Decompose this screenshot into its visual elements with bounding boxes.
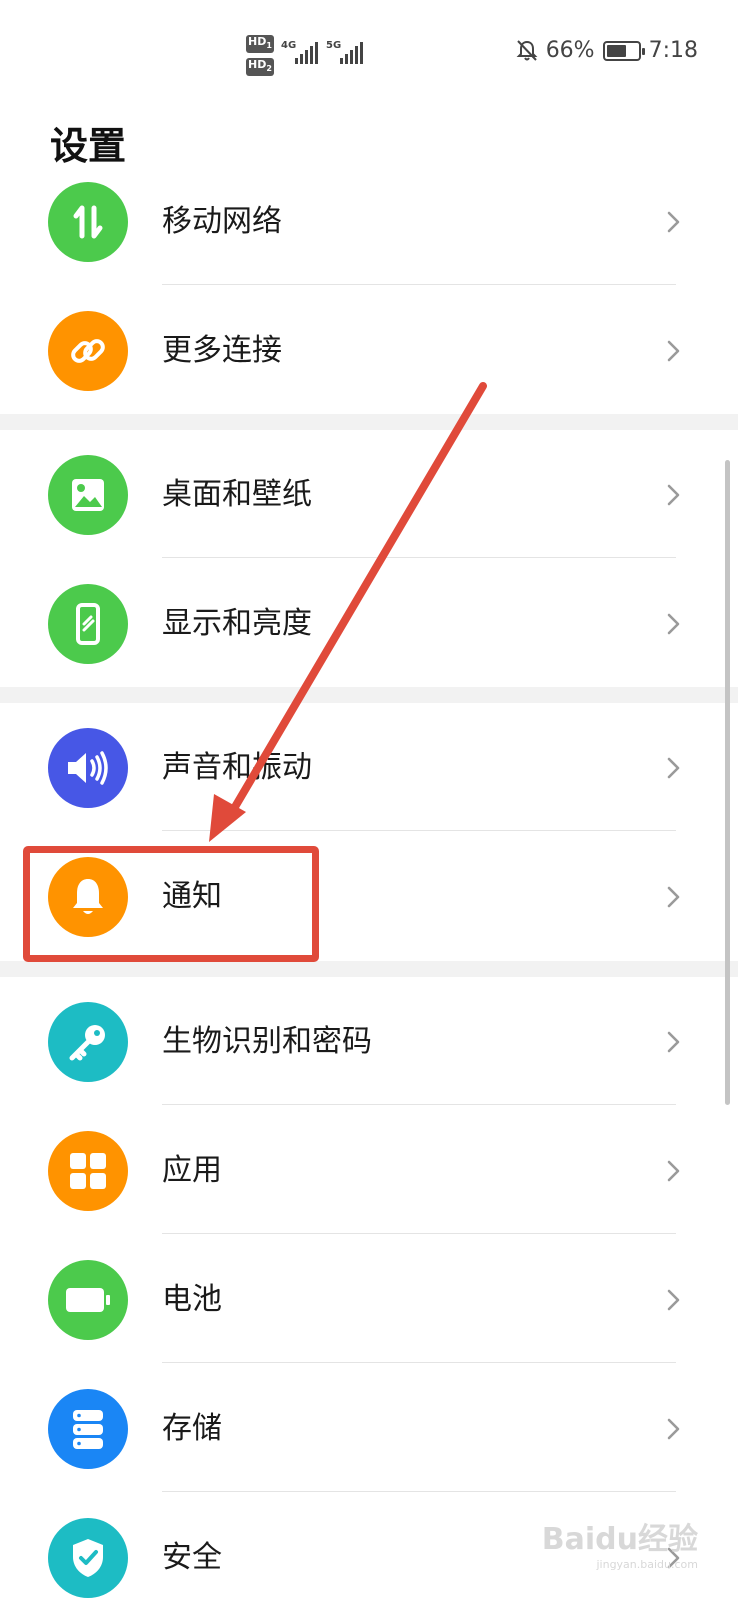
scrollbar[interactable]: [725, 460, 730, 1105]
settings-item-label: 显示和亮度: [162, 606, 312, 641]
chevron-right-icon: [660, 1158, 686, 1184]
settings-item-label: 存储: [162, 1411, 222, 1446]
settings-item-label: 安全: [162, 1540, 222, 1575]
status-right: 66% 7:18: [516, 38, 698, 63]
signal-bars-b-icon: [340, 40, 363, 64]
network-type-b: 5G: [326, 40, 342, 51]
settings-item-label: 电池: [162, 1282, 222, 1317]
settings-item-5[interactable]: 声音和振动: [0, 703, 738, 833]
key-icon: [48, 1002, 128, 1082]
settings-item-4[interactable]: 显示和亮度: [0, 559, 738, 689]
battery-icon: [48, 1260, 128, 1340]
row-divider: [162, 557, 676, 558]
chevron-right-icon: [660, 611, 686, 637]
settings-item-label: 移动网络: [162, 204, 282, 239]
speaker-icon: [48, 728, 128, 808]
settings-item-2[interactable]: 更多连接: [0, 286, 738, 416]
bell-off-icon: [516, 39, 538, 61]
section-gap: [0, 961, 738, 977]
row-divider: [162, 284, 676, 285]
chevron-right-icon: [660, 1287, 686, 1313]
battery-status-icon: [602, 40, 645, 61]
row-divider: [162, 1104, 676, 1105]
settings-item-8[interactable]: 应用: [0, 1106, 738, 1236]
network-type-a: 4G: [281, 40, 297, 51]
battery-fill: [606, 44, 627, 57]
settings-item-1[interactable]: 移动网络: [0, 157, 738, 287]
chevron-right-icon: [660, 209, 686, 235]
row-divider: [162, 1362, 676, 1363]
chevron-right-icon: [660, 338, 686, 364]
apps-grid-icon: [48, 1131, 128, 1211]
signal-bars-a-icon: [295, 40, 318, 64]
row-divider: [162, 1491, 676, 1492]
chevron-right-icon: [660, 482, 686, 508]
watermark-url: jingyan.baidu.com: [596, 1558, 698, 1571]
settings-item-label: 声音和振动: [162, 750, 312, 785]
settings-item-label: 生物识别和密码: [162, 1024, 372, 1059]
status-bar: HD1 HD2 4G 5G 66% 7:18: [0, 0, 738, 100]
row-divider: [162, 830, 676, 831]
watermark-brand: Baidu经验: [541, 1522, 698, 1557]
settings-item-9[interactable]: 电池: [0, 1235, 738, 1365]
phone-display-icon: [48, 584, 128, 664]
settings-item-label: 桌面和壁纸: [162, 477, 312, 512]
chevron-right-icon: [660, 755, 686, 781]
chevron-right-icon: [660, 1416, 686, 1442]
link-icon: [48, 311, 128, 391]
mobile-data-icon: [48, 182, 128, 262]
clock: 7:18: [648, 38, 698, 63]
settings-item-10[interactable]: 存储: [0, 1364, 738, 1494]
settings-item-label: 更多连接: [162, 333, 282, 368]
watermark: Baidu经验 jingyan.baidu.com: [541, 1522, 698, 1571]
shield-icon: [48, 1518, 128, 1598]
hd-voice-1-icon: HD1: [246, 35, 274, 54]
chevron-right-icon: [660, 884, 686, 910]
hd-voice-2-icon: HD2: [246, 58, 274, 77]
storage-icon: [48, 1389, 128, 1469]
chevron-right-icon: [660, 1029, 686, 1055]
settings-item-label: 应用: [162, 1153, 222, 1188]
section-gap: [0, 414, 738, 430]
annotation-highlight-box: [23, 846, 319, 962]
settings-item-3[interactable]: 桌面和壁纸: [0, 430, 738, 560]
row-divider: [162, 1233, 676, 1234]
battery-percent: 66%: [545, 38, 595, 63]
section-gap: [0, 687, 738, 703]
settings-item-7[interactable]: 生物识别和密码: [0, 977, 738, 1107]
wallpaper-icon: [48, 455, 128, 535]
